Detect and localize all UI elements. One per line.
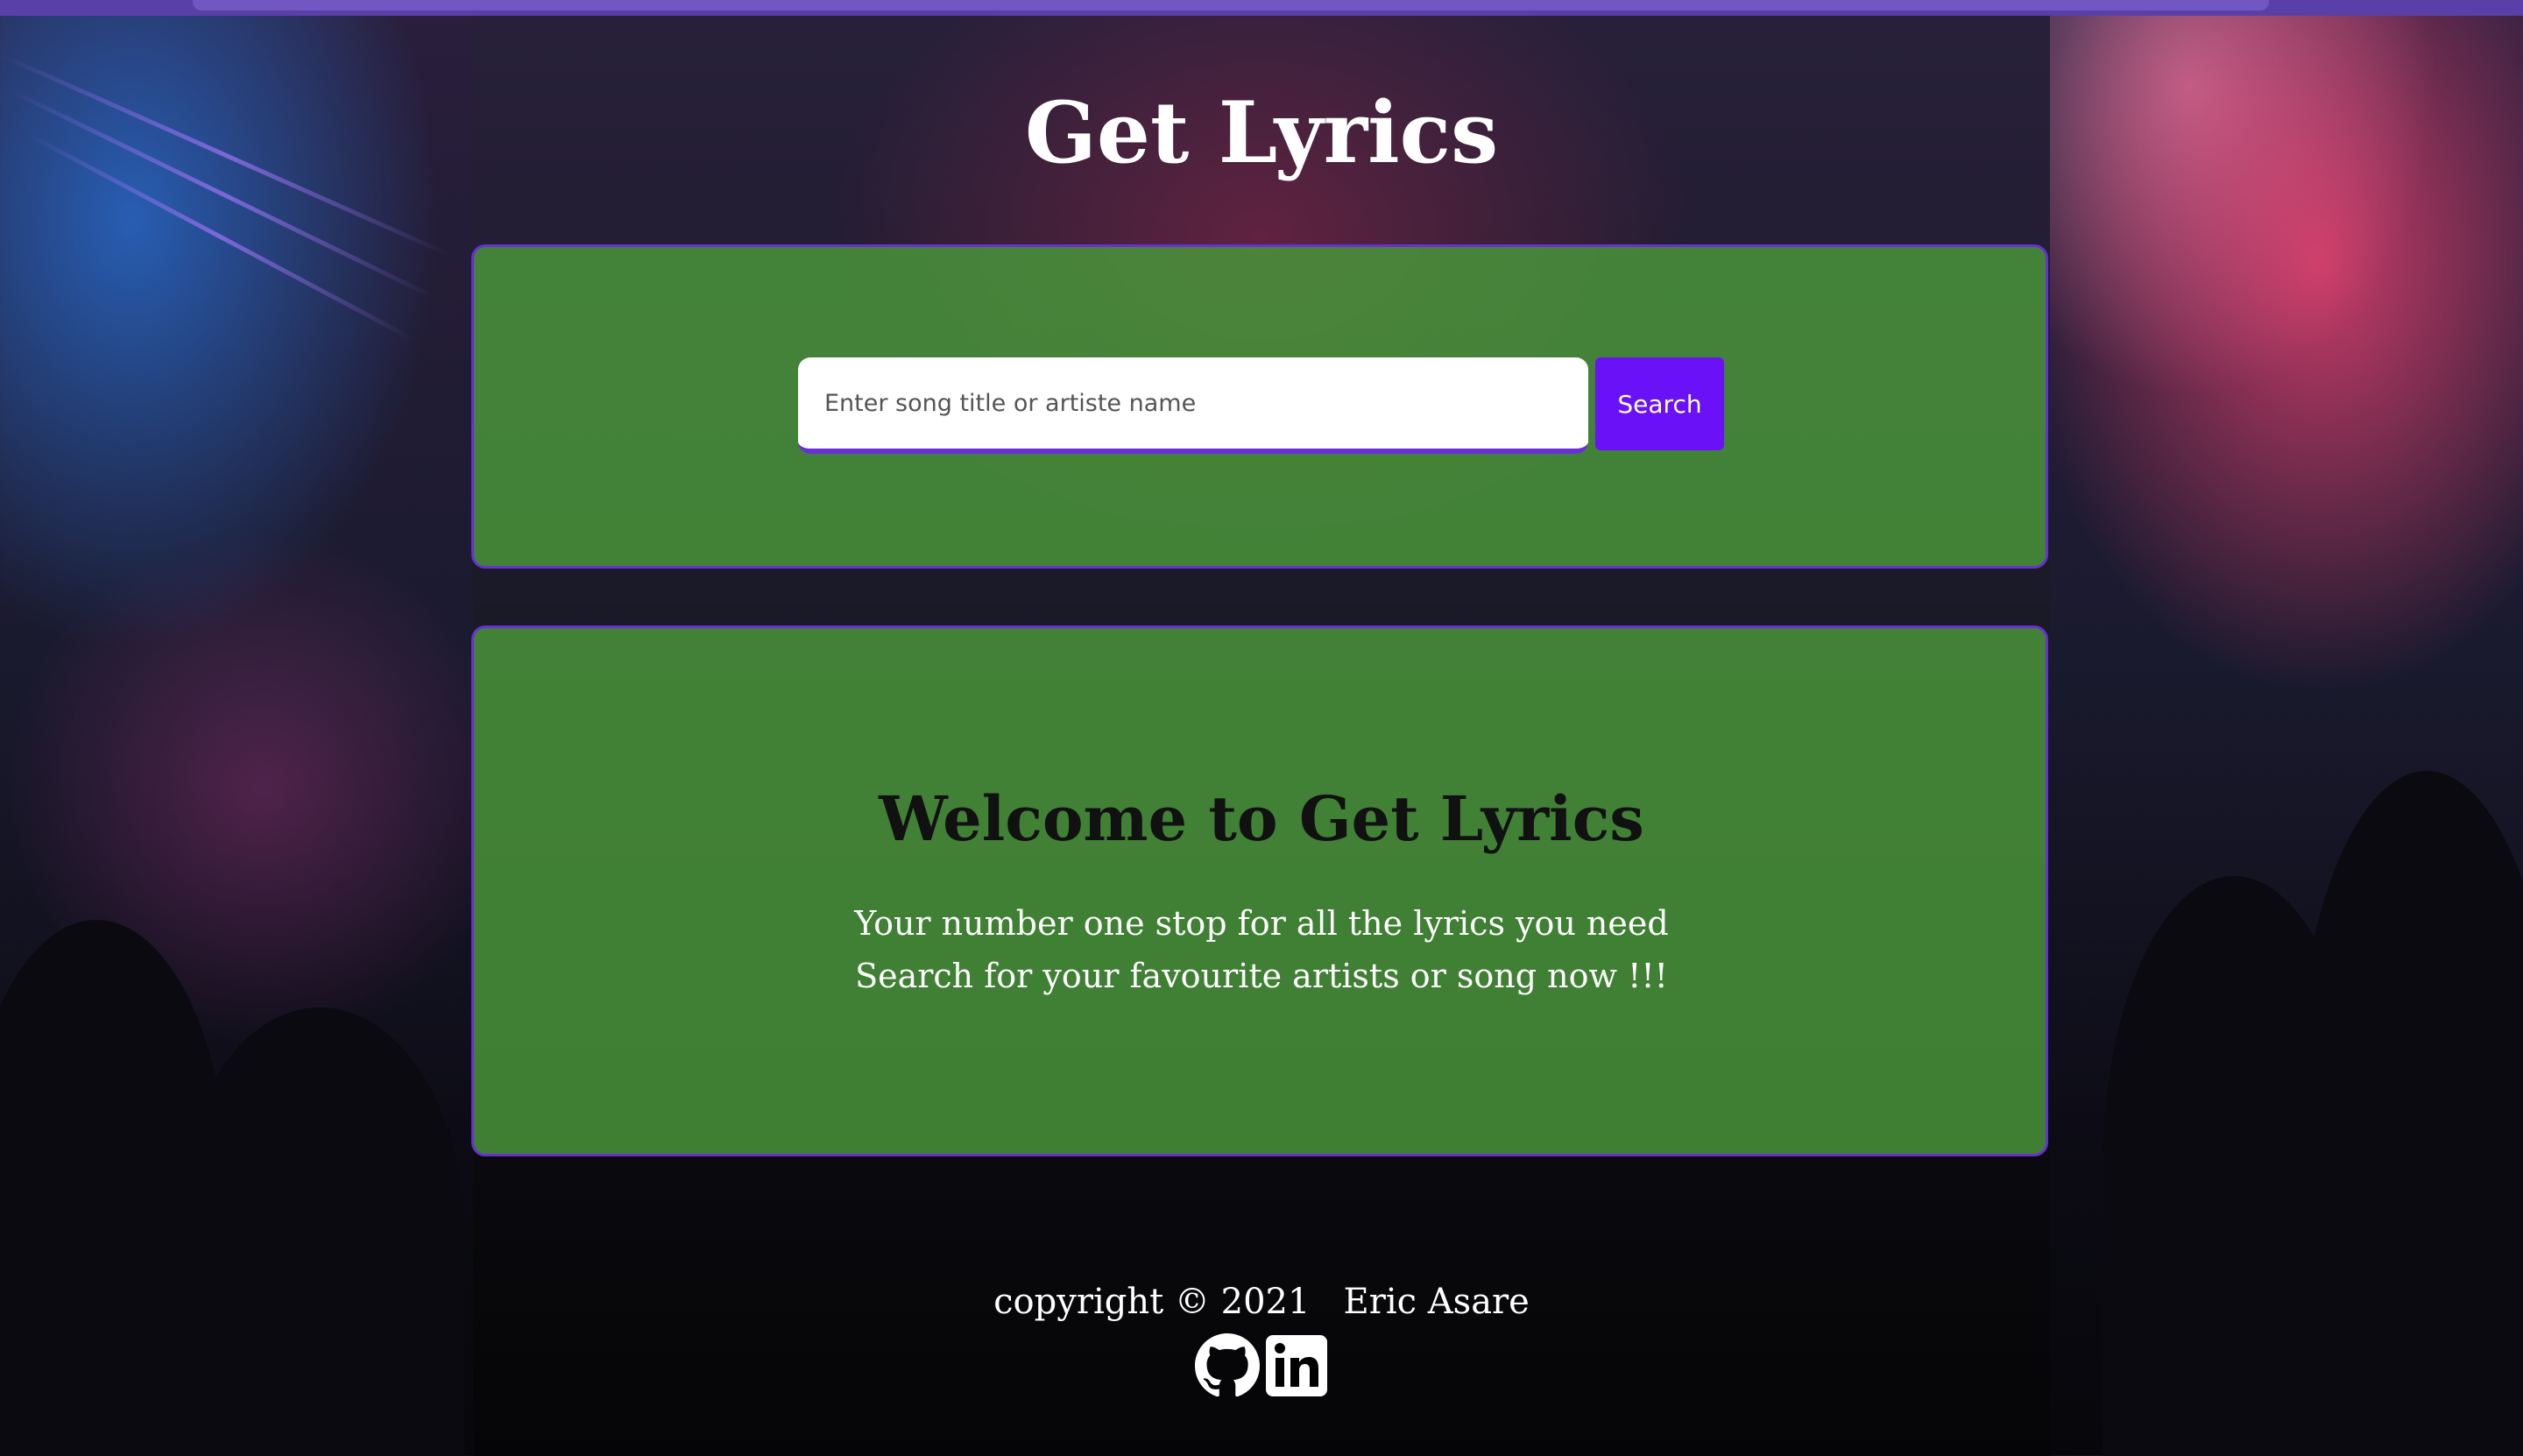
welcome-heading: Welcome to Get Lyrics	[879, 782, 1644, 855]
search-input[interactable]	[798, 357, 1588, 454]
linkedin-icon[interactable]	[1264, 1333, 1329, 1398]
stage-light-beam	[7, 88, 435, 300]
github-icon-graphic	[1195, 1333, 1260, 1397]
footer-copyright: copyright © 2021 Eric Asare	[993, 1282, 1530, 1322]
github-icon[interactable]	[1195, 1333, 1260, 1398]
search-button[interactable]: Search	[1595, 357, 1724, 450]
linkedin-icon-graphic	[1266, 1335, 1327, 1396]
crowd-silhouette	[175, 1007, 464, 1456]
welcome-panel	[471, 626, 2048, 1156]
welcome-tagline: Your number one stop for all the lyrics …	[854, 904, 1669, 943]
welcome-call-to-action: Search for your favourite artists or son…	[855, 957, 1668, 995]
browser-tab-edge	[193, 0, 2269, 11]
crowd-silhouette	[2295, 771, 2523, 1456]
stage-light-beam	[25, 131, 414, 342]
page-body: { "header": { "title": "Get Lyrics" }, "…	[0, 0, 2523, 1456]
page-title: Get Lyrics	[1024, 83, 1499, 182]
browser-top-strip	[0, 0, 2523, 16]
